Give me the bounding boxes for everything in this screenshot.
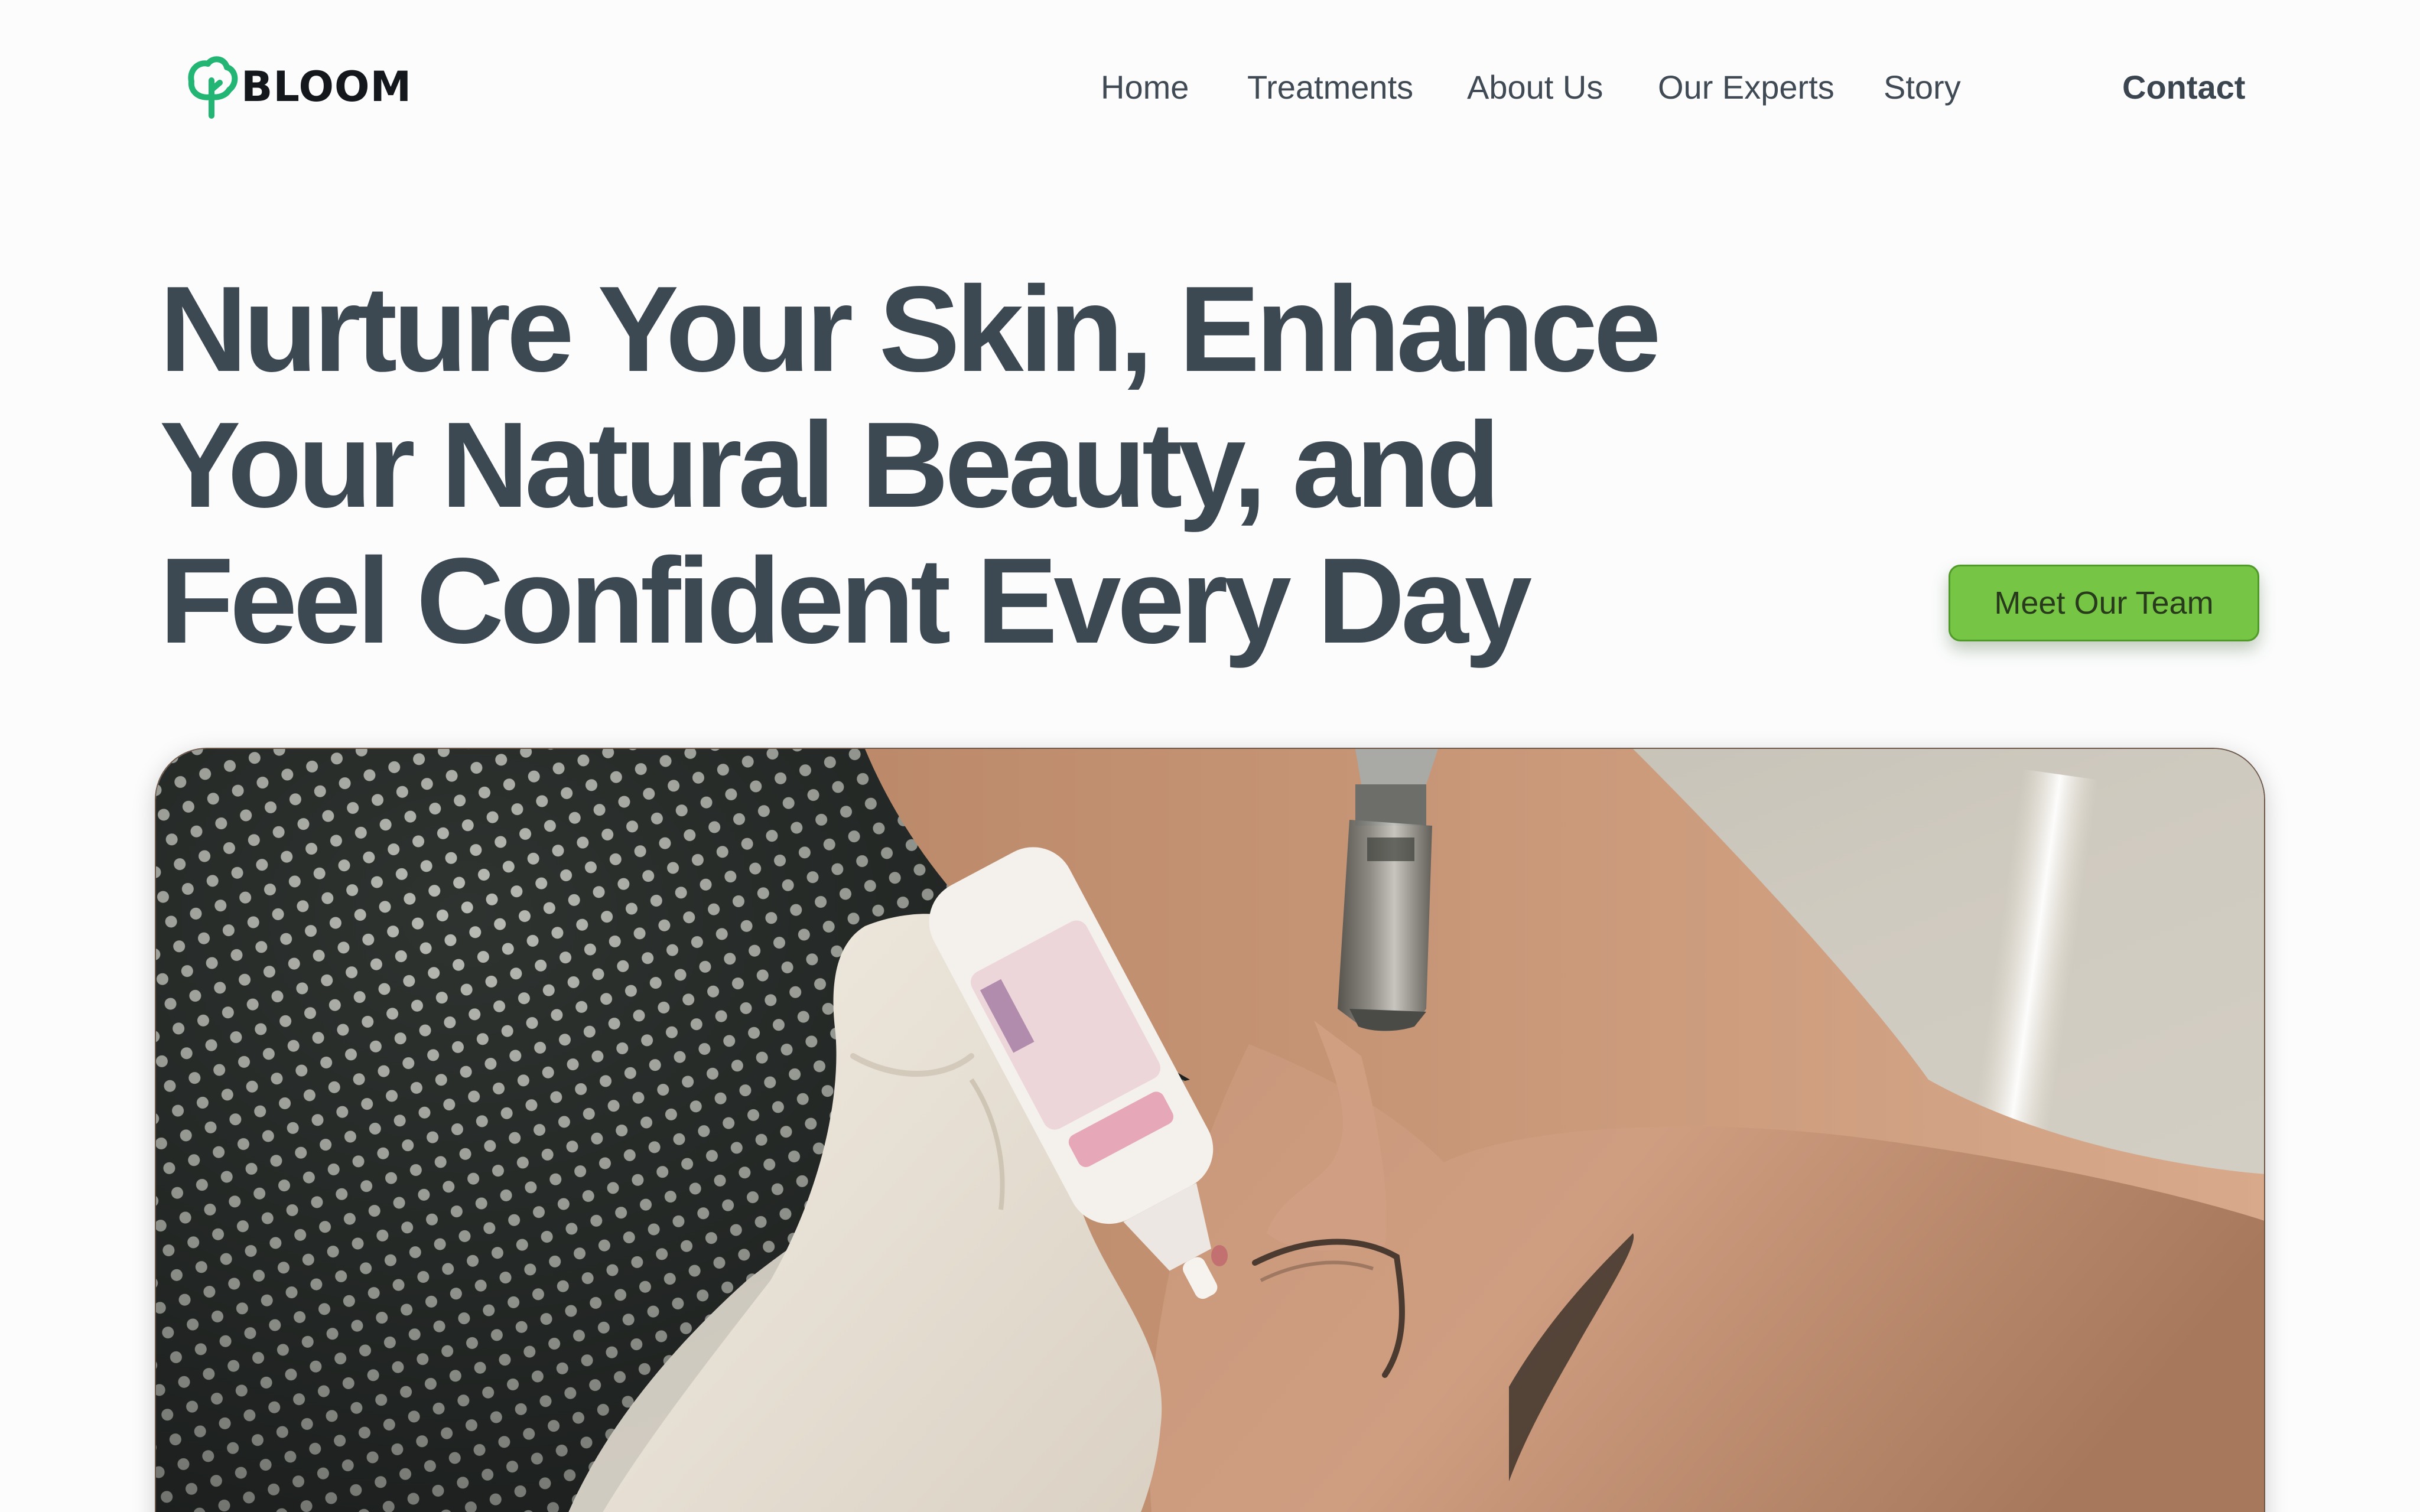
hero-title: Nurture Your Skin, Enhance Your Natural … (160, 261, 1755, 669)
page: BLOOM Home Treatments About Us Our Exper… (0, 0, 2420, 1512)
hero-title-line-2: Your Natural Beauty, and (160, 397, 1500, 533)
nav-about-us[interactable]: About Us (1467, 64, 1603, 111)
nav-our-experts[interactable]: Our Experts (1658, 64, 1834, 111)
nav-story[interactable]: Story (1884, 64, 1961, 111)
hero-title-line-3: Feel Confident Every Day (160, 533, 1532, 669)
main-nav: Home Treatments About Us Our Experts Sto… (0, 64, 2420, 111)
nav-treatments[interactable]: Treatments (1247, 64, 1413, 111)
nav-home[interactable]: Home (1101, 64, 1189, 111)
hero-treatment-image (155, 748, 2265, 1512)
hero-title-line-1: Nurture Your Skin, Enhance (160, 261, 1661, 397)
treatment-photo-illustration (156, 749, 2264, 1512)
meet-our-team-button[interactable]: Meet Our Team (1949, 565, 2259, 641)
nav-contact[interactable]: Contact (2122, 64, 2245, 111)
